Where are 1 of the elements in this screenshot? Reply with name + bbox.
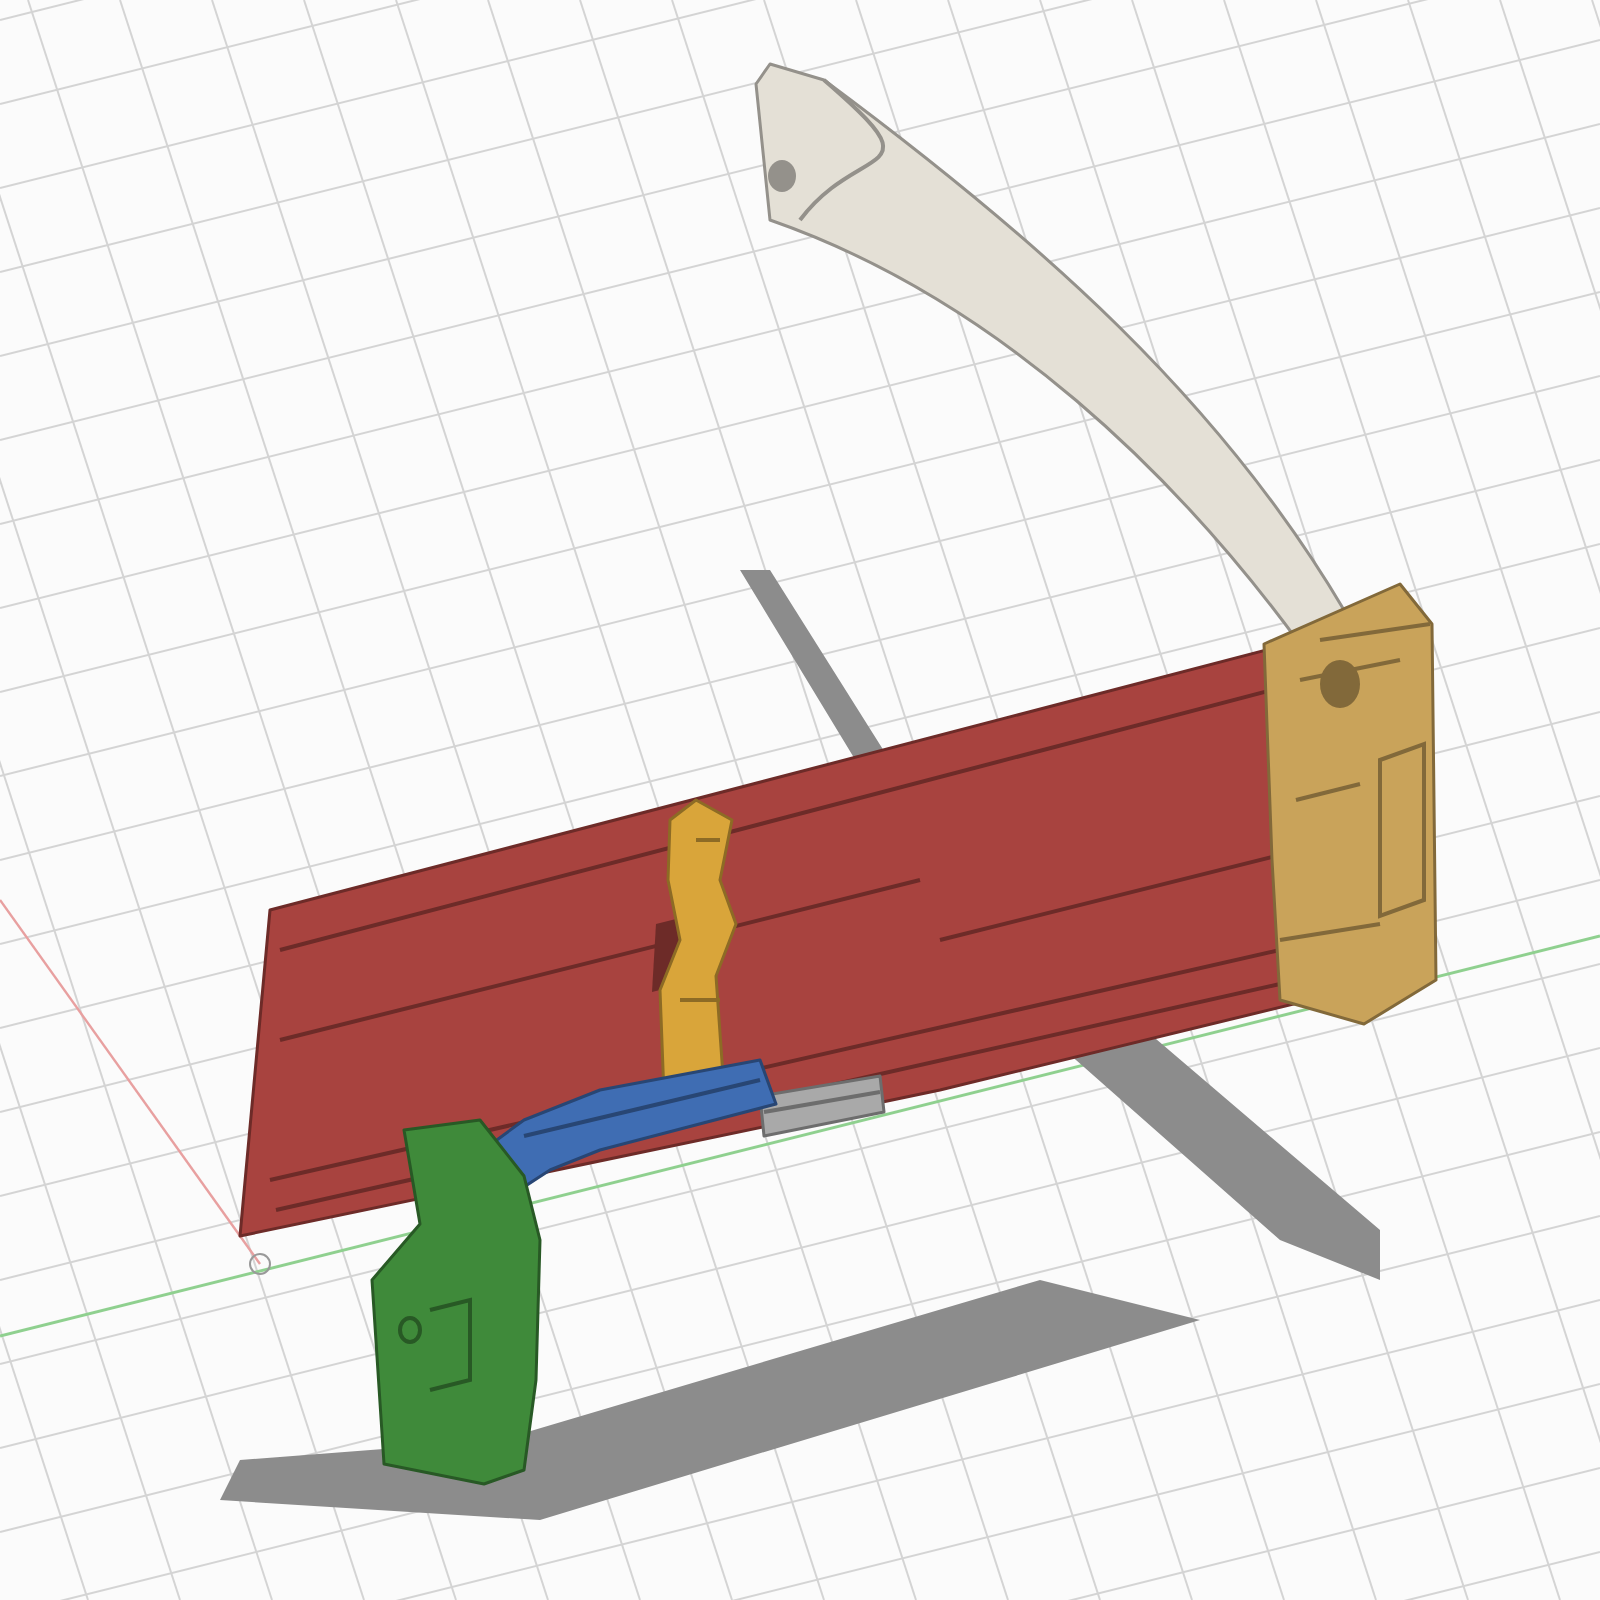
origin-marker (249, 1253, 271, 1275)
